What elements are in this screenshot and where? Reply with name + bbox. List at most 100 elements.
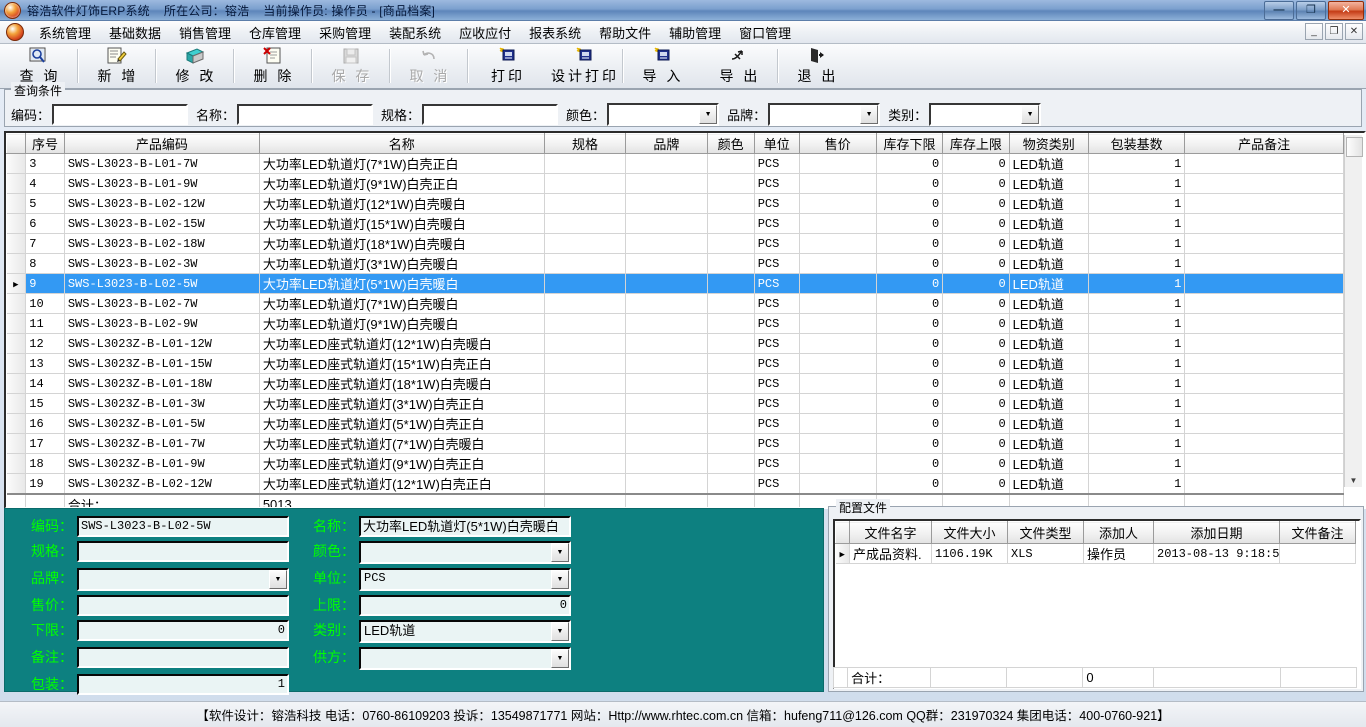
- menu-auxiliary[interactable]: 辅助管理: [660, 21, 730, 44]
- table-row[interactable]: 6 SWS-L3023-B-L02-15W 大功率LED轨道灯(15*1W)白壳暖白…: [6, 213, 1344, 234]
- row-selector[interactable]: [6, 193, 27, 214]
- row-selector[interactable]: [6, 233, 27, 254]
- table-row[interactable]: 8 SWS-L3023-B-L02-3W 大功率LED轨道灯(3*1W)白壳暖白 PC…: [6, 253, 1344, 274]
- col-file-memo[interactable]: 文件备注: [1279, 521, 1356, 544]
- detail-memo-input[interactable]: [77, 647, 289, 668]
- col-price[interactable]: 售价: [798, 133, 877, 154]
- toolbar-delete-button[interactable]: 删 除: [234, 44, 311, 88]
- mdi-restore-button[interactable]: ❐: [1325, 23, 1343, 40]
- col-file-adder[interactable]: 添加人: [1083, 521, 1154, 544]
- chevron-down-icon[interactable]: ▼: [860, 105, 879, 124]
- table-row[interactable]: 12 SWS-L3023Z-B-L01-12W 大功率LED座式轨道灯(12*1W)…: [6, 333, 1344, 354]
- table-row[interactable]: 17 SWS-L3023Z-B-L01-7W 大功率LED座式轨道灯(7*1W)白壳…: [6, 433, 1344, 454]
- col-pack-base[interactable]: 包装基数: [1087, 133, 1186, 154]
- col-material-category[interactable]: 物资类别: [1008, 133, 1089, 154]
- col-stock-min[interactable]: 库存下限: [875, 133, 944, 154]
- row-selector[interactable]: [6, 413, 27, 434]
- row-selector[interactable]: [6, 333, 27, 354]
- query-brand-combo[interactable]: ▼: [768, 103, 881, 126]
- toolbar-new-button[interactable]: 新 增: [78, 44, 155, 88]
- product-grid[interactable]: 序号 产品编码 名称 规格 品牌 颜色 单位 售价 库存下限 库存上限 物资类别…: [4, 131, 1366, 509]
- row-selector[interactable]: [6, 153, 27, 174]
- col-color[interactable]: 颜色: [706, 133, 755, 154]
- chevron-down-icon[interactable]: ▼: [551, 570, 569, 589]
- chevron-down-icon[interactable]: ▼: [699, 105, 718, 124]
- mdi-minimize-button[interactable]: _: [1305, 23, 1323, 40]
- detail-color-combo[interactable]: ▼: [359, 541, 571, 564]
- table-row[interactable]: 19 SWS-L3023Z-B-L02-12W 大功率LED座式轨道灯(12*1W)…: [6, 473, 1344, 495]
- grid-vertical-scrollbar[interactable]: ▲ ▼: [1344, 135, 1363, 487]
- query-name-input[interactable]: [237, 104, 374, 125]
- row-selector[interactable]: [6, 373, 27, 394]
- detail-brand-combo[interactable]: ▼: [77, 568, 289, 591]
- col-name[interactable]: 名称: [258, 133, 545, 154]
- table-row[interactable]: 4 SWS-L3023-B-L01-9W 大功率LED轨道灯(9*1W)白壳正白 PC…: [6, 173, 1344, 194]
- col-file-name[interactable]: 文件名字: [849, 521, 932, 544]
- menu-help[interactable]: 帮助文件: [590, 21, 660, 44]
- detail-supplier-combo[interactable]: ▼: [359, 647, 571, 670]
- row-selector[interactable]: [6, 213, 27, 234]
- row-selector[interactable]: ▶: [835, 543, 850, 564]
- chevron-down-icon[interactable]: ▼: [551, 543, 569, 562]
- col-spec[interactable]: 规格: [543, 133, 627, 154]
- table-row[interactable]: 15 SWS-L3023Z-B-L01-3W 大功率LED座式轨道灯(3*1W)白壳…: [6, 393, 1344, 414]
- row-selector[interactable]: [6, 253, 27, 274]
- detail-pack-input[interactable]: 1: [77, 674, 289, 695]
- col-memo[interactable]: 产品备注: [1184, 133, 1344, 154]
- toolbar-print-button[interactable]: 打印: [468, 44, 545, 88]
- table-row[interactable]: ▶ 产成品资料. 1106.19K XLS 操作员 2013-08-13 9:18:51: [835, 543, 1356, 564]
- toolbar-import-button[interactable]: 导 入: [623, 44, 700, 88]
- table-row[interactable]: 5 SWS-L3023-B-L02-12W 大功率LED轨道灯(12*1W)白壳暖白…: [6, 193, 1344, 214]
- table-row[interactable]: 3 SWS-L3023-B-L01-7W 大功率LED轨道灯(7*1W)白壳正白 PC…: [6, 153, 1344, 174]
- chevron-down-icon[interactable]: ▼: [551, 649, 569, 668]
- menu-reports[interactable]: 报表系统: [520, 21, 590, 44]
- col-brand[interactable]: 品牌: [625, 133, 708, 154]
- window-maximize-button[interactable]: ❐: [1296, 1, 1326, 20]
- detail-min-input[interactable]: 0: [77, 620, 289, 641]
- window-close-button[interactable]: ✕: [1328, 1, 1364, 20]
- row-selector[interactable]: ▶: [6, 273, 27, 294]
- detail-unit-combo[interactable]: PCS ▼: [359, 568, 571, 591]
- table-row[interactable]: 13 SWS-L3023Z-B-L01-15W 大功率LED座式轨道灯(15*1W)…: [6, 353, 1344, 374]
- grid-scroll-thumb[interactable]: [1346, 137, 1363, 157]
- row-selector[interactable]: [6, 353, 27, 374]
- detail-category-combo[interactable]: LED轨道 ▼: [359, 620, 571, 643]
- table-row[interactable]: 16 SWS-L3023Z-B-L01-5W 大功率LED座式轨道灯(5*1W)白壳…: [6, 413, 1344, 434]
- row-selector[interactable]: [6, 293, 27, 314]
- toolbar-print-design-button[interactable]: 设计打印: [545, 44, 622, 88]
- detail-max-input[interactable]: 0: [359, 595, 571, 616]
- chevron-down-icon[interactable]: ▼: [1021, 105, 1040, 124]
- toolbar-exit-button[interactable]: 退 出: [778, 44, 855, 88]
- menu-windows[interactable]: 窗口管理: [730, 21, 800, 44]
- table-row[interactable]: 14 SWS-L3023Z-B-L01-18W 大功率LED座式轨道灯(18*1W)…: [6, 373, 1344, 394]
- row-selector[interactable]: [6, 453, 27, 474]
- col-no[interactable]: 序号: [25, 133, 65, 154]
- col-unit[interactable]: 单位: [753, 133, 800, 154]
- row-selector[interactable]: [6, 473, 27, 495]
- row-selector[interactable]: [6, 433, 27, 454]
- col-file-date[interactable]: 添加日期: [1153, 521, 1280, 544]
- col-file-size[interactable]: 文件大小: [931, 521, 1008, 544]
- detail-code-input[interactable]: SWS-L3023-B-L02-5W: [77, 516, 289, 537]
- menu-assembly[interactable]: 装配系统: [380, 21, 450, 44]
- detail-name-input[interactable]: 大功率LED轨道灯(5*1W)白壳暖白: [359, 516, 571, 537]
- toolbar-modify-button[interactable]: 修 改: [156, 44, 233, 88]
- menu-basedata[interactable]: 基础数据: [100, 21, 170, 44]
- table-row[interactable]: 18 SWS-L3023Z-B-L01-9W 大功率LED座式轨道灯(9*1W)白壳…: [6, 453, 1344, 474]
- col-code[interactable]: 产品编码: [63, 133, 260, 154]
- menu-sales[interactable]: 销售管理: [170, 21, 240, 44]
- menu-receivable[interactable]: 应收应付: [450, 21, 520, 44]
- table-row[interactable]: 7 SWS-L3023-B-L02-18W 大功率LED轨道灯(18*1W)白壳暖白…: [6, 233, 1344, 254]
- window-minimize-button[interactable]: —: [1264, 1, 1294, 20]
- chevron-down-icon[interactable]: ▼: [269, 570, 287, 589]
- row-selector[interactable]: [6, 393, 27, 414]
- query-color-combo[interactable]: ▼: [607, 103, 720, 126]
- menu-warehouse[interactable]: 仓库管理: [240, 21, 310, 44]
- col-stock-max[interactable]: 库存上限: [942, 133, 1010, 154]
- scroll-down-icon[interactable]: ▼: [1346, 473, 1361, 487]
- row-selector[interactable]: [6, 313, 27, 334]
- detail-price-input[interactable]: [77, 595, 289, 616]
- toolbar-export-button[interactable]: 导 出: [700, 44, 777, 88]
- config-files-grid[interactable]: 文件名字 文件大小 文件类型 添加人 添加日期 文件备注 ▶ 产成品资料. 1106…: [833, 519, 1361, 689]
- table-row[interactable]: 10 SWS-L3023-B-L02-7W 大功率LED轨道灯(7*1W)白壳暖白 P…: [6, 293, 1344, 314]
